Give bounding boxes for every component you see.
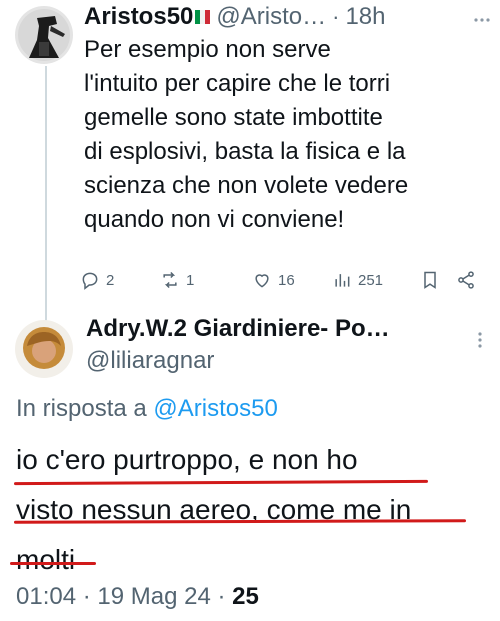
author-avatar[interactable]: [15, 320, 73, 378]
reply-text-line: io c'ero purtroppo, e non ho: [16, 444, 358, 475]
tweet-timestamp: 01:04 · 19 Mag 24 · 25: [16, 583, 259, 611]
repost-icon: [163, 271, 177, 289]
italy-flag-icon: [195, 10, 211, 24]
tweet-time[interactable]: 18h: [345, 3, 385, 31]
author-handle[interactable]: @liliaragnar: [86, 347, 214, 375]
reply-text-line: visto nessun aereo, come me in: [16, 494, 412, 525]
reply-context: In risposta a @Aristos50: [16, 395, 278, 423]
tweet-text-line: di esplosivi, basta la fisica e la: [84, 138, 406, 165]
heart-icon: [255, 274, 269, 288]
tweet-text-line: l'intuito per capire che le torri: [84, 70, 391, 97]
author-name[interactable]: Adry.W.2 Giardiniere- Po…: [86, 315, 390, 343]
reply-count: 2: [106, 271, 115, 289]
like-button[interactable]: 16: [252, 270, 295, 290]
tweet-text-line: scienza che non volete vedere: [84, 172, 409, 199]
author-handle[interactable]: @Aristo…: [216, 3, 326, 31]
avatar-image: [15, 320, 73, 378]
tweet-text-line: Per esempio non serve: [84, 36, 331, 63]
reply-icon: [82, 272, 98, 290]
dot-separator: ·: [332, 4, 340, 29]
tweet-text-line: gemelle sono state imbottite: [84, 104, 383, 131]
bookmark-button[interactable]: [420, 270, 440, 290]
red-underline: [10, 562, 96, 565]
reply-text-line: molti: [16, 544, 76, 575]
bookmark-icon: [424, 271, 436, 289]
more-options-icon[interactable]: [470, 330, 490, 350]
tweet-text-line: quando non vi conviene!: [84, 206, 345, 233]
tweet-header: Aristos50 @Aristo… · 18h: [84, 3, 385, 31]
repost-button[interactable]: 1: [160, 270, 194, 290]
avatar-image: [15, 6, 73, 64]
reply-button[interactable]: 2: [80, 270, 114, 290]
reply-to-link[interactable]: @Aristos50: [153, 395, 277, 422]
views-button[interactable]: 251: [332, 270, 383, 290]
repost-count: 1: [186, 271, 195, 289]
share-icon: [458, 271, 474, 289]
tweet-text: Per esempio non serve l'intuito per capi…: [84, 33, 408, 237]
more-options-icon[interactable]: [472, 10, 492, 30]
timestamp-text[interactable]: 01:04 · 19 Mag 24 ·: [16, 583, 225, 610]
author-name[interactable]: Aristos50: [84, 3, 193, 31]
analytics-icon: [335, 274, 350, 287]
view-count: 25: [232, 583, 259, 610]
author-avatar[interactable]: [15, 6, 73, 64]
like-count: 16: [278, 271, 295, 289]
reply-to-label: In risposta a: [16, 395, 147, 422]
share-button[interactable]: [456, 270, 476, 290]
views-count: 251: [358, 271, 384, 289]
